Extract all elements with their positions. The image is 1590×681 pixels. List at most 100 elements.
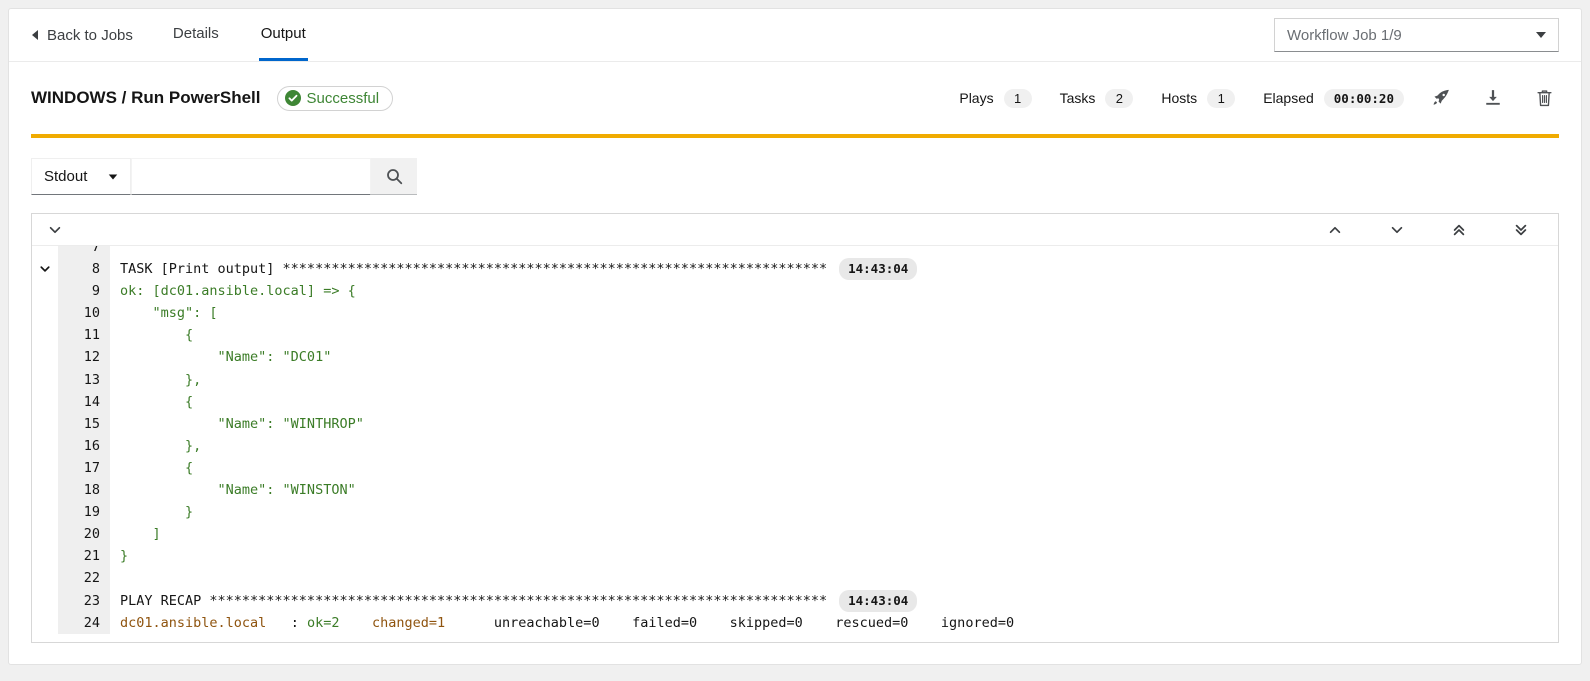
job-actions xyxy=(1432,89,1553,107)
line-text xyxy=(110,246,120,258)
gutter-spacer xyxy=(32,501,58,523)
line-number: 24 xyxy=(58,612,110,634)
line-number: 11 xyxy=(58,324,110,346)
log-segment: unreachable=0 failed=0 skipped=0 rescued… xyxy=(445,615,1014,631)
scroll-next-icon[interactable] xyxy=(1390,223,1404,237)
output-filter-select[interactable]: Stdout xyxy=(31,158,131,195)
gutter-spacer xyxy=(32,246,58,258)
line-text: ] xyxy=(110,523,161,545)
gutter-spacer xyxy=(32,391,58,413)
line-number: 12 xyxy=(58,346,110,368)
stat-label: Tasks xyxy=(1060,90,1096,106)
search-icon xyxy=(386,168,403,185)
gutter-spacer xyxy=(32,346,58,368)
workflow-job-select-value: Workflow Job 1/9 xyxy=(1287,27,1402,44)
log-line: 24dc01.ansible.local : ok=2 changed=1 un… xyxy=(32,612,1558,634)
gutter-spacer xyxy=(32,523,58,545)
line-text: { xyxy=(110,457,193,479)
log-segment: PLAY RECAP *****************************… xyxy=(120,593,827,609)
log-segment: }, xyxy=(120,372,201,388)
log-segment: dc01.ansible.local xyxy=(120,615,266,631)
line-number: 7 xyxy=(58,246,110,258)
log-segment: { xyxy=(120,394,193,410)
line-text: }, xyxy=(110,435,201,457)
job-header: WINDOWS / Run PowerShell Successful Play… xyxy=(9,62,1581,134)
log-segment: "Name": "DC01" xyxy=(120,349,331,365)
line-number: 15 xyxy=(58,413,110,435)
output-toolbar: Stdout xyxy=(9,138,1581,211)
tab-output[interactable]: Output xyxy=(259,9,308,61)
tab-details[interactable]: Details xyxy=(171,9,221,61)
line-text: { xyxy=(110,324,193,346)
log-line: 17 { xyxy=(32,457,1558,479)
search-button[interactable] xyxy=(371,158,417,195)
log-line: 12 "Name": "DC01" xyxy=(32,346,1558,368)
log-line: 18 "Name": "WINSTON" xyxy=(32,479,1558,501)
scroll-controls xyxy=(1328,223,1542,237)
relaunch-rocket-button[interactable] xyxy=(1432,89,1450,107)
scroll-previous-icon[interactable] xyxy=(1328,223,1342,237)
scroll-to-bottom-icon[interactable] xyxy=(1514,223,1528,237)
stdout-log: 78 TASK [Print output] ******************… xyxy=(32,246,1558,642)
workflow-job-select[interactable]: Workflow Job 1/9 xyxy=(1274,18,1559,52)
line-number: 18 xyxy=(58,479,110,501)
stdout-panel-header xyxy=(32,214,1558,246)
line-number: 21 xyxy=(58,545,110,567)
line-text: } xyxy=(110,545,128,567)
success-check-icon xyxy=(285,90,301,106)
line-text: ok: [dc01.ansible.local] => { xyxy=(110,280,356,302)
line-number: 16 xyxy=(58,435,110,457)
line-number: 23 xyxy=(58,590,110,612)
line-text: "msg": [ xyxy=(110,302,218,324)
timestamp-badge: 14:43:04 xyxy=(839,258,917,280)
line-text: "Name": "WINSTON" xyxy=(110,479,356,501)
line-number: 9 xyxy=(58,280,110,302)
log-line: 9ok: [dc01.ansible.local] => { xyxy=(32,280,1558,302)
log-line: 21} xyxy=(32,545,1558,567)
stat-elapsed: Elapsed00:00:20 xyxy=(1263,89,1404,108)
task-collapse-chevron-icon[interactable] xyxy=(32,258,58,280)
tab-output-label: Output xyxy=(261,25,306,42)
log-segment: TASK [Print output] ********************… xyxy=(120,261,827,277)
gutter-spacer xyxy=(32,457,58,479)
back-to-jobs-link[interactable]: Back to Jobs xyxy=(31,9,133,61)
job-output-page: Back to Jobs Details Output Workflow Job… xyxy=(8,8,1582,665)
line-number: 8 xyxy=(58,258,110,280)
line-text: "Name": "DC01" xyxy=(110,346,331,368)
log-line: 7 xyxy=(32,246,1558,258)
gutter-spacer xyxy=(32,479,58,501)
log-segment: ok=2 xyxy=(307,615,340,631)
collapse-all-chevron-icon[interactable] xyxy=(48,223,62,237)
gutter-spacer xyxy=(32,545,58,567)
stat-label: Elapsed xyxy=(1263,90,1314,106)
search-input[interactable] xyxy=(131,158,371,195)
log-line: 23 PLAY RECAP ***************************… xyxy=(32,590,1558,612)
log-segment: { xyxy=(120,460,193,476)
timestamp-badge: 14:43:04 xyxy=(839,590,917,612)
log-line: 20 ] xyxy=(32,523,1558,545)
job-stats: Plays1Tasks2Hosts1Elapsed00:00:20 xyxy=(959,89,1404,108)
chevron-down-icon xyxy=(1536,32,1546,38)
status-badge: Successful xyxy=(277,86,394,111)
chevron-down-icon xyxy=(109,174,118,179)
line-text: dc01.ansible.local : ok=2 changed=1 unre… xyxy=(110,612,1014,634)
log-line: 13 }, xyxy=(32,369,1558,391)
stat-tasks: Tasks2 xyxy=(1060,89,1134,108)
log-segment: } xyxy=(120,504,193,520)
scroll-to-top-icon[interactable] xyxy=(1452,223,1466,237)
line-number: 20 xyxy=(58,523,110,545)
tab-details-label: Details xyxy=(173,25,219,42)
log-line: 16 }, xyxy=(32,435,1558,457)
stat-value-pill: 1 xyxy=(1004,89,1032,108)
log-line: 10 "msg": [ xyxy=(32,302,1558,324)
gutter-spacer xyxy=(32,590,58,612)
download-output-button[interactable] xyxy=(1484,89,1502,107)
gutter-spacer xyxy=(32,413,58,435)
log-line: 14 { xyxy=(32,391,1558,413)
log-segment: "Name": "WINTHROP" xyxy=(120,416,364,432)
stat-value-pill: 1 xyxy=(1207,89,1235,108)
line-text: TASK [Print output] ********************… xyxy=(110,258,917,280)
delete-job-trash-button[interactable] xyxy=(1536,89,1553,107)
log-line: 19 } xyxy=(32,501,1558,523)
log-line: 11 { xyxy=(32,324,1558,346)
